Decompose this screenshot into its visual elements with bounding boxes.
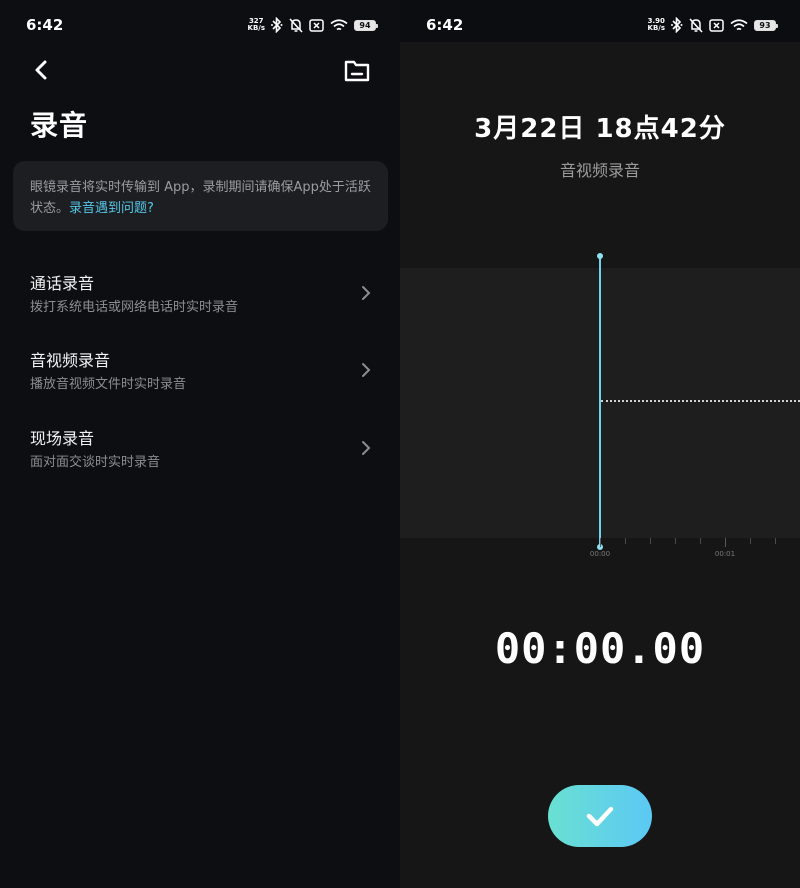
timeline-ruler: 00:00 00:01 [400, 538, 800, 562]
timeline-label: 00:00 [589, 550, 611, 558]
status-bar: 6:42 327 KB/s 94 [0, 0, 400, 42]
menu-item-title: 通话录音 [30, 274, 95, 293]
chevron-right-icon [362, 441, 371, 455]
checkmark-icon [586, 806, 614, 827]
status-time: 6:42 [26, 16, 64, 34]
menu-item-subtitle: 拨打系统电话或网络电话时实时录音 [30, 300, 239, 315]
chevron-right-icon [362, 363, 371, 377]
network-speed-unit: KB/s [647, 24, 665, 32]
network-speed: 3.90 KB/s [648, 18, 665, 32]
recording-help-link[interactable]: 录音遇到问题? [69, 201, 154, 216]
timeline-tick [600, 538, 601, 547]
back-arrow-icon[interactable] [30, 58, 54, 82]
menu-item-call-recording[interactable]: 通话录音 拨打系统电话或网络电话时实时录音 [0, 270, 400, 342]
folder-icon[interactable] [343, 58, 371, 84]
bluetooth-icon [671, 17, 683, 33]
timeline-label: 00:01 [714, 550, 736, 558]
chevron-right-icon [362, 286, 371, 300]
menu-item-title: 音视频录音 [30, 351, 111, 370]
timeline-tick [650, 538, 651, 544]
waveform-baseline [601, 400, 800, 402]
sim-none-icon [709, 18, 724, 32]
mute-bell-icon [289, 17, 303, 33]
menu-item-live-recording[interactable]: 现场录音 面对面交谈时实时录音 [0, 425, 400, 497]
wifi-icon [730, 18, 748, 30]
status-time: 6:42 [426, 16, 464, 34]
playhead-top-handle [597, 253, 603, 259]
page-title: 录音 [30, 109, 89, 142]
status-icons: 3.90 KB/s 93 [648, 15, 778, 35]
battery-indicator: 94 [354, 19, 378, 31]
timeline-tick [700, 538, 701, 544]
info-notice: 眼镜录音将实时传输到 App，录制期间请确保App处于活跃状态。录音遇到问题? [13, 161, 388, 231]
mute-bell-icon [689, 17, 703, 33]
menu-item-media-recording[interactable]: 音视频录音 播放音视频文件时实时录音 [0, 347, 400, 419]
timeline-tick [625, 538, 626, 544]
bluetooth-icon [271, 17, 283, 33]
recording-session-screen: 6:42 3.90 KB/s 93 3月22日 18点42分 音视频录音 00:… [400, 0, 800, 888]
menu-item-subtitle: 面对面交谈时实时录音 [30, 455, 161, 470]
wifi-icon [330, 18, 348, 30]
recording-title: 3月22日 18点42分 [474, 114, 726, 144]
timeline-tick [775, 538, 776, 544]
sim-none-icon [309, 18, 324, 32]
recording-timer: 00:00.00 [494, 624, 706, 673]
network-speed: 327 KB/s [248, 18, 265, 32]
status-icons: 327 KB/s 94 [248, 15, 378, 35]
network-speed-unit: KB/s [247, 24, 265, 32]
timeline-tick [750, 538, 751, 544]
battery-indicator: 93 [754, 19, 778, 31]
menu-item-title: 现场录音 [30, 429, 95, 448]
menu-item-subtitle: 播放音视频文件时实时录音 [30, 377, 187, 392]
status-bar: 6:42 3.90 KB/s 93 [400, 0, 800, 42]
recording-type: 音视频录音 [559, 161, 640, 180]
recording-menu-screen: 6:42 327 KB/s 94 录音 眼镜录音将实时传输到 App，录制期间请… [0, 0, 400, 888]
timeline-tick [675, 538, 676, 544]
confirm-button[interactable] [548, 785, 652, 847]
timeline-tick [725, 538, 726, 547]
playhead[interactable] [599, 256, 601, 548]
